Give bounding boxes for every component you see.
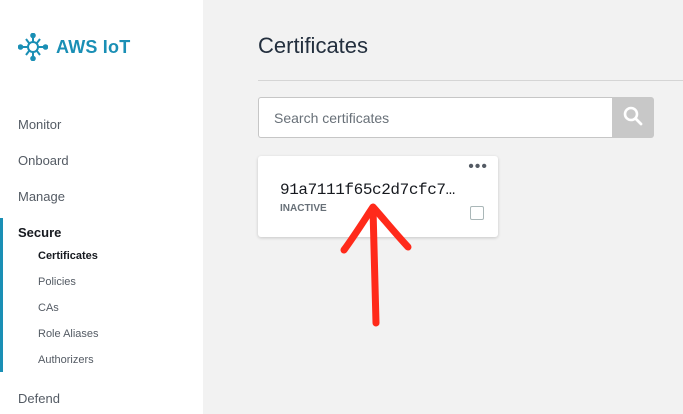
sidebar-item-onboard[interactable]: Onboard xyxy=(18,153,69,168)
certificate-select-checkbox[interactable] xyxy=(470,206,484,220)
sidebar-subitem-authorizers[interactable]: Authorizers xyxy=(38,354,94,366)
more-options-icon[interactable]: ••• xyxy=(468,159,488,175)
sidebar-subitem-role-aliases[interactable]: Role Aliases xyxy=(38,328,99,340)
title-divider xyxy=(258,80,683,81)
sidebar: AWS IoT Monitor Onboard Manage Secure Ce… xyxy=(0,0,203,414)
page-title: Certificates xyxy=(258,33,369,58)
sidebar-item-secure[interactable]: Secure xyxy=(18,225,61,240)
sidebar-item-manage[interactable]: Manage xyxy=(18,189,65,204)
sidebar-subitem-certificates[interactable]: Certificates xyxy=(38,250,98,262)
search-icon xyxy=(623,106,643,129)
brand-logo[interactable]: AWS IoT xyxy=(18,33,130,61)
sidebar-subitem-cas[interactable]: CAs xyxy=(38,302,59,314)
active-section-indicator xyxy=(0,218,3,372)
certificate-status: INACTIVE xyxy=(280,203,327,214)
search-bar xyxy=(258,97,654,138)
aws-iot-logo-icon xyxy=(18,33,48,61)
sidebar-item-defend[interactable]: Defend xyxy=(18,391,60,406)
red-arrow-annotation xyxy=(330,195,420,340)
sidebar-item-monitor[interactable]: Monitor xyxy=(18,117,61,132)
search-input[interactable] xyxy=(258,97,612,138)
sidebar-subitem-policies[interactable]: Policies xyxy=(38,276,76,288)
brand-name: AWS IoT xyxy=(56,36,131,57)
search-button[interactable] xyxy=(612,97,654,138)
